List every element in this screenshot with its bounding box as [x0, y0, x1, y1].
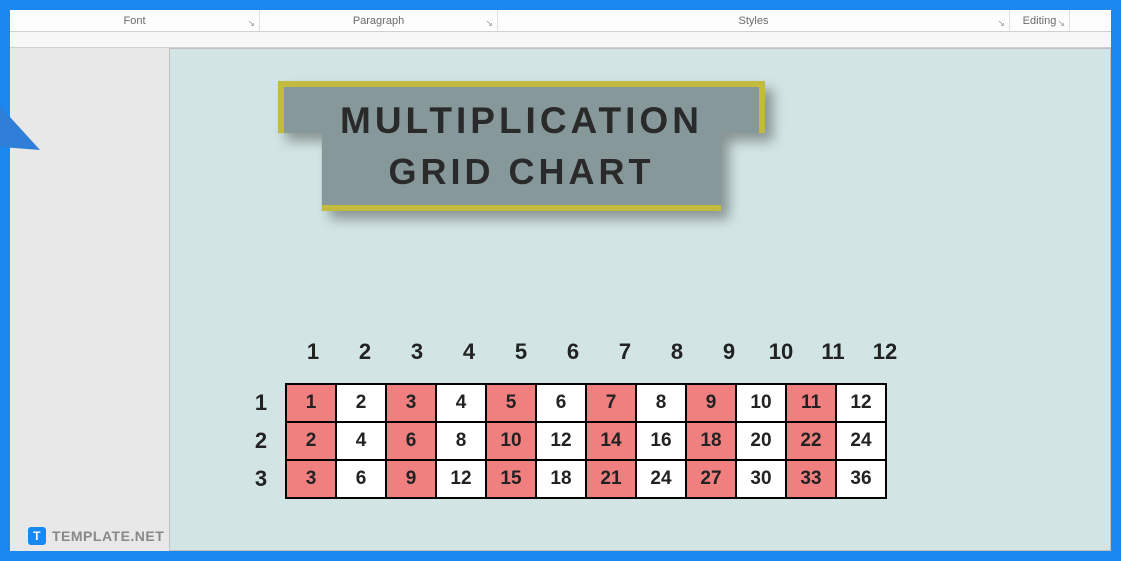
grid-cell[interactable]: 6: [385, 421, 437, 461]
table-row: 3369121518212427303336: [235, 459, 911, 499]
grid-cell[interactable]: 2: [285, 421, 337, 461]
grid-cell[interactable]: 20: [735, 421, 787, 461]
ribbon-group-paragraph[interactable]: Paragraph ↘: [260, 10, 498, 31]
grid-cell[interactable]: 7: [585, 383, 637, 423]
grid-cell[interactable]: 18: [685, 421, 737, 461]
grid-cell[interactable]: 10: [485, 421, 537, 461]
dialog-launcher-icon[interactable]: ↘: [1057, 18, 1065, 29]
ribbon-group-label: Editing: [1023, 15, 1057, 27]
column-header: 8: [651, 339, 703, 365]
ribbon-group-label: Paragraph: [353, 15, 404, 27]
column-header: 9: [703, 339, 755, 365]
column-header: 11: [807, 339, 859, 365]
grid-cell[interactable]: 21: [585, 459, 637, 499]
horizontal-ruler: [10, 32, 1111, 48]
grid-cell[interactable]: 5: [485, 383, 537, 423]
multiplication-grid[interactable]: 123456789101112 112345678910111222468101…: [235, 339, 911, 499]
grid-cell[interactable]: 3: [285, 459, 337, 499]
grid-cell[interactable]: 8: [635, 383, 687, 423]
grid-cell[interactable]: 4: [335, 421, 387, 461]
chart-title-box[interactable]: MULTIPLICATION GRID CHART: [278, 81, 765, 211]
column-header: 2: [339, 339, 391, 365]
grid-cell[interactable]: 10: [735, 383, 787, 423]
ribbon-group-label: Font: [123, 15, 145, 27]
app-window: Font↘Paragraph↘Styles↘Editing↘ MULTIPLIC…: [0, 0, 1121, 561]
watermark-logo-icon: T: [28, 527, 46, 545]
ribbon-group-editing[interactable]: Editing↘: [1010, 10, 1070, 31]
grid-cell[interactable]: 36: [835, 459, 887, 499]
row-header: 1: [235, 390, 287, 416]
ribbon-bar: Font↘Paragraph↘Styles↘Editing↘: [10, 10, 1111, 32]
column-header: 3: [391, 339, 443, 365]
document-page[interactable]: MULTIPLICATION GRID CHART 12345678910111…: [169, 48, 1111, 551]
column-header: 5: [495, 339, 547, 365]
grid-cell[interactable]: 11: [785, 383, 837, 423]
grid-cell[interactable]: 3: [385, 383, 437, 423]
ribbon-group-font[interactable]: Font ↘: [10, 10, 260, 31]
grid-cell[interactable]: 16: [635, 421, 687, 461]
table-row: 1123456789101112: [235, 383, 911, 423]
row-header: 3: [235, 466, 287, 492]
column-header: 1: [287, 339, 339, 365]
grid-cell[interactable]: 14: [585, 421, 637, 461]
ribbon-group-label: Styles: [739, 15, 769, 27]
column-header: 7: [599, 339, 651, 365]
row-header: 2: [235, 428, 287, 454]
grid-cell[interactable]: 6: [335, 459, 387, 499]
grid-cell[interactable]: 24: [835, 421, 887, 461]
grid-cell[interactable]: 1: [285, 383, 337, 423]
chart-title-line2: GRID CHART: [340, 152, 703, 192]
grid-cell[interactable]: 22: [785, 421, 837, 461]
grid-body: 1123456789101112224681012141618202224336…: [235, 383, 911, 499]
ribbon-group-styles[interactable]: Styles ↘: [498, 10, 1010, 31]
grid-cell[interactable]: 8: [435, 421, 487, 461]
callout-arrow-icon: [0, 90, 120, 390]
watermark: T TEMPLATE.NET: [28, 527, 164, 545]
column-header: 10: [755, 339, 807, 365]
grid-cell[interactable]: 15: [485, 459, 537, 499]
dialog-launcher-icon[interactable]: ↘: [247, 18, 255, 29]
grid-cell[interactable]: 33: [785, 459, 837, 499]
column-header: 12: [859, 339, 911, 365]
dialog-launcher-icon[interactable]: ↘: [485, 18, 493, 29]
grid-cell[interactable]: 30: [735, 459, 787, 499]
chart-title-shape: MULTIPLICATION GRID CHART: [278, 81, 765, 211]
table-row: 224681012141618202224: [235, 421, 911, 461]
column-headers: 123456789101112: [287, 339, 911, 365]
grid-cell[interactable]: 2: [335, 383, 387, 423]
column-header: 6: [547, 339, 599, 365]
column-header: 4: [443, 339, 495, 365]
watermark-text: TEMPLATE.NET: [52, 528, 164, 544]
grid-cell[interactable]: 6: [535, 383, 587, 423]
chart-title-line1: MULTIPLICATION: [340, 101, 703, 142]
dialog-launcher-icon[interactable]: ↘: [997, 18, 1005, 29]
grid-cell[interactable]: 12: [435, 459, 487, 499]
grid-cell[interactable]: 9: [385, 459, 437, 499]
grid-cell[interactable]: 12: [535, 421, 587, 461]
grid-cell[interactable]: 27: [685, 459, 737, 499]
grid-cell[interactable]: 24: [635, 459, 687, 499]
grid-cell[interactable]: 9: [685, 383, 737, 423]
grid-cell[interactable]: 18: [535, 459, 587, 499]
grid-cell[interactable]: 12: [835, 383, 887, 423]
grid-cell[interactable]: 4: [435, 383, 487, 423]
